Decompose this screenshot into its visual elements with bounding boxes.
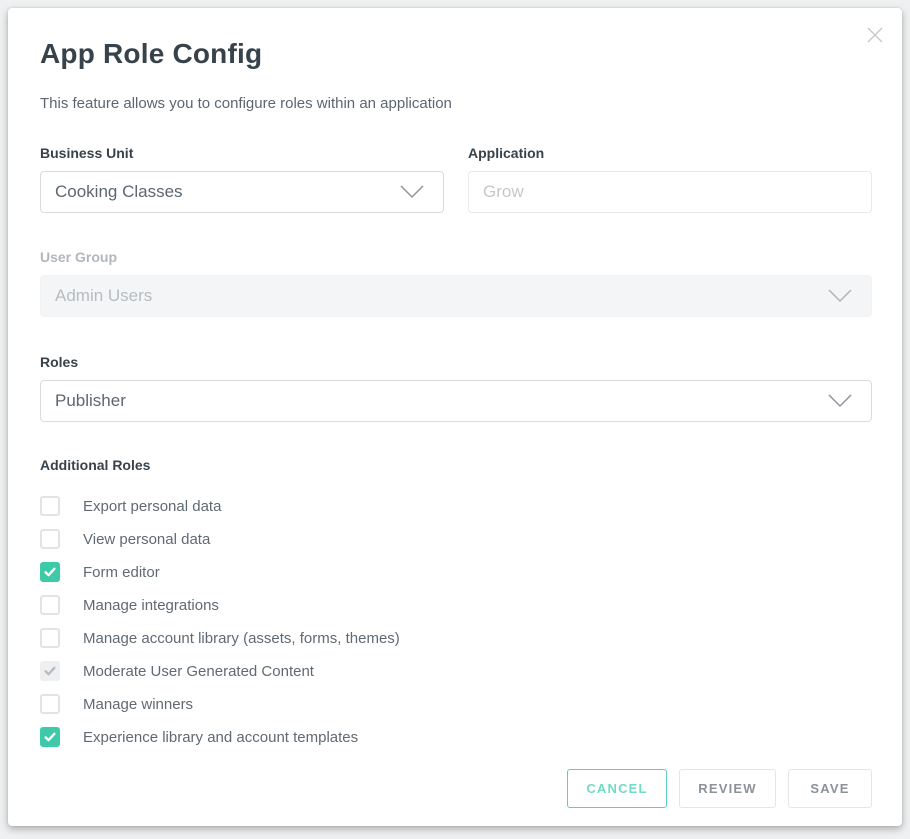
checkbox[interactable] [40, 727, 60, 747]
checkbox-label: Experience library and account templates [83, 729, 358, 746]
roles-select[interactable]: Publisher [40, 380, 872, 422]
close-x-glyph [866, 26, 884, 44]
checkbox[interactable] [40, 694, 60, 714]
dialog-footer: CANCEL REVIEW SAVE [567, 769, 872, 808]
chevron-down-icon [399, 184, 425, 200]
roles-label: Roles [40, 354, 872, 370]
checkbox-label: Manage winners [83, 696, 193, 713]
checkbox[interactable] [40, 595, 60, 615]
checkbox-label: Form editor [83, 564, 160, 581]
checkbox-label: View personal data [83, 531, 210, 548]
dialog-subtitle: This feature allows you to configure rol… [40, 95, 872, 112]
checkbox-row: Moderate User Generated Content [40, 661, 872, 681]
additional-roles-label: Additional Roles [40, 457, 872, 473]
checkbox[interactable] [40, 562, 60, 582]
save-button[interactable]: SAVE [788, 769, 872, 808]
checkbox[interactable] [40, 628, 60, 648]
check-icon [43, 664, 57, 678]
checkbox[interactable] [40, 496, 60, 516]
chevron-down-icon [827, 393, 853, 409]
checkbox-label: Export personal data [83, 498, 221, 515]
user-group-value: Admin Users [55, 286, 152, 306]
user-group-select: Admin Users [40, 275, 872, 317]
checkbox-row: Form editor [40, 562, 872, 582]
checkbox-label: Moderate User Generated Content [83, 663, 314, 680]
checkbox-row: Experience library and account templates [40, 727, 872, 747]
roles-value: Publisher [55, 391, 126, 411]
checkbox-label: Manage integrations [83, 597, 219, 614]
business-unit-label: Business Unit [40, 145, 444, 161]
check-icon [43, 565, 57, 579]
checkbox [40, 661, 60, 681]
checkbox[interactable] [40, 529, 60, 549]
close-icon[interactable] [864, 24, 886, 46]
checkbox-row: Manage integrations [40, 595, 872, 615]
additional-roles-list: Export personal data View personal data Fo… [40, 496, 872, 747]
application-input[interactable] [468, 171, 872, 213]
checkbox-row: Manage winners [40, 694, 872, 714]
check-icon [43, 730, 57, 744]
checkbox-label: Manage account library (assets, forms, t… [83, 630, 400, 647]
checkbox-row: View personal data [40, 529, 872, 549]
checkbox-row: Export personal data [40, 496, 872, 516]
user-group-label: User Group [40, 249, 872, 265]
cancel-button[interactable]: CANCEL [567, 769, 667, 808]
page-title: App Role Config [40, 38, 872, 70]
business-unit-select[interactable]: Cooking Classes [40, 171, 444, 213]
business-unit-value: Cooking Classes [55, 182, 183, 202]
chevron-down-icon [827, 288, 853, 304]
app-role-config-dialog: App Role Config This feature allows you … [8, 8, 902, 826]
review-button[interactable]: REVIEW [679, 769, 776, 808]
application-label: Application [468, 145, 872, 161]
checkbox-row: Manage account library (assets, forms, t… [40, 628, 872, 648]
